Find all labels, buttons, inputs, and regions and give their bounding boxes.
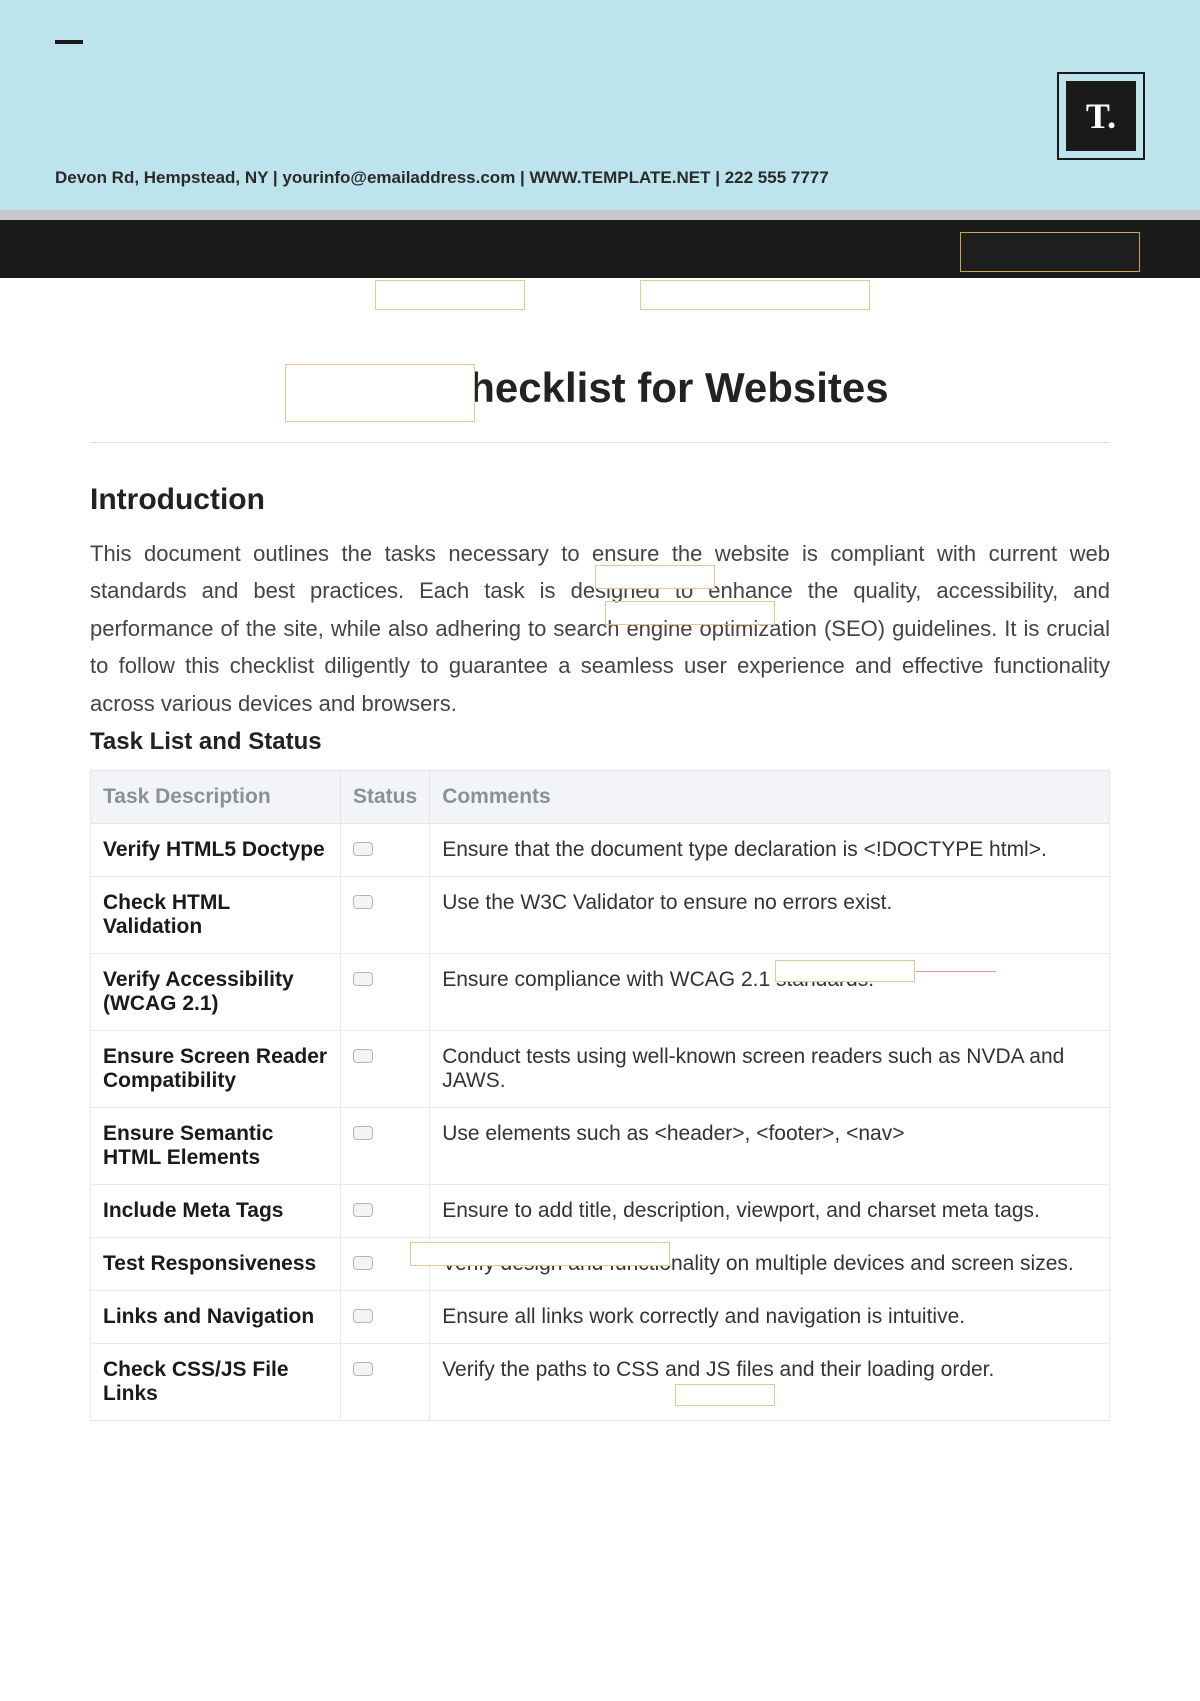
header-banner: T. Devon Rd, Hempstead, NY | yourinfo@em… [0,0,1200,210]
task-comment: Conduct tests using well-known screen re… [430,1030,1110,1107]
task-comment: Use elements such as <header>, <footer>,… [430,1107,1110,1184]
intro-paragraph: This document outlines the tasks necessa… [90,535,1110,722]
table-row: Ensure Screen Reader Compatibility Condu… [91,1030,1110,1107]
sub-nav-edit-area [0,278,1200,314]
task-description: Test Responsiveness [91,1237,341,1290]
intro-heading: Introduction [90,483,1110,517]
task-description: Links and Navigation [91,1290,341,1343]
task-description: Ensure Screen Reader Compatibility [91,1030,341,1107]
table-row: Include Meta Tags Ensure to add title, d… [91,1184,1110,1237]
edit-field[interactable] [375,280,525,310]
task-status [341,1290,430,1343]
col-status: Status [341,770,430,823]
task-status [341,1184,430,1237]
task-status [341,1343,430,1420]
checkbox-icon[interactable] [353,895,373,909]
checkbox-icon[interactable] [353,1309,373,1323]
task-status [341,953,430,1030]
task-description: Verify HTML5 Doctype [91,823,341,876]
table-header-row: Task Description Status Comments [91,770,1110,823]
page-title: HTML Checklist for Websites [90,364,1110,412]
task-status [341,876,430,953]
edit-field[interactable] [640,280,870,310]
edit-field[interactable] [675,1384,775,1406]
edit-field[interactable] [960,232,1140,272]
task-comment: Use the W3C Validator to ensure no error… [430,876,1110,953]
task-status [341,1107,430,1184]
logo: T. [1057,72,1145,160]
menu-dash-icon [55,40,83,44]
table-row: Verify Accessibility (WCAG 2.1) Ensure c… [91,953,1110,1030]
task-comment: Ensure that the document type declaratio… [430,823,1110,876]
task-comment: Ensure to add title, description, viewpo… [430,1184,1110,1237]
table-row: Check CSS/JS File Links Verify the paths… [91,1343,1110,1420]
checkbox-icon[interactable] [353,842,373,856]
document-body: HTML Checklist for Websites Introduction… [0,364,1200,1481]
divider-strip [0,210,1200,220]
title-separator [90,442,1110,443]
col-task-description: Task Description [91,770,341,823]
edit-field[interactable] [595,565,715,589]
table-row: Test Responsiveness Verify design and fu… [91,1237,1110,1290]
nav-bar [0,220,1200,278]
edit-line [916,971,996,972]
task-status [341,823,430,876]
checkbox-icon[interactable] [353,1049,373,1063]
checkbox-icon[interactable] [353,1256,373,1270]
logo-text: T. [1066,81,1136,151]
checkbox-icon[interactable] [353,1203,373,1217]
task-status [341,1030,430,1107]
task-comment: Verify design and functionality on multi… [430,1237,1110,1290]
edit-field[interactable] [775,960,915,982]
tasklist-heading: Task List and Status [90,728,1110,756]
task-description: Check HTML Validation [91,876,341,953]
checkbox-icon[interactable] [353,1362,373,1376]
task-comment: Ensure all links work correctly and navi… [430,1290,1110,1343]
edit-field[interactable] [410,1242,670,1266]
checkbox-icon[interactable] [353,972,373,986]
task-description: Ensure Semantic HTML Elements [91,1107,341,1184]
col-comments: Comments [430,770,1110,823]
task-description: Check CSS/JS File Links [91,1343,341,1420]
task-comment: Verify the paths to CSS and JS files and… [430,1343,1110,1420]
title-edit-overlay[interactable] [285,364,475,422]
task-comment: Ensure compliance with WCAG 2.1 standard… [430,953,1110,1030]
table-row: Ensure Semantic HTML Elements Use elemen… [91,1107,1110,1184]
task-description: Include Meta Tags [91,1184,341,1237]
table-row: Verify HTML5 Doctype Ensure that the doc… [91,823,1110,876]
task-description: Verify Accessibility (WCAG 2.1) [91,953,341,1030]
task-table: Task Description Status Comments Verify … [90,770,1110,1421]
edit-field[interactable] [605,601,775,625]
address-line: Devon Rd, Hempstead, NY | yourinfo@email… [55,168,829,188]
task-comment-text: Verify the paths to CSS and JS files and… [442,1358,994,1381]
checkbox-icon[interactable] [353,1126,373,1140]
table-row: Check HTML Validation Use the W3C Valida… [91,876,1110,953]
table-row: Links and Navigation Ensure all links wo… [91,1290,1110,1343]
